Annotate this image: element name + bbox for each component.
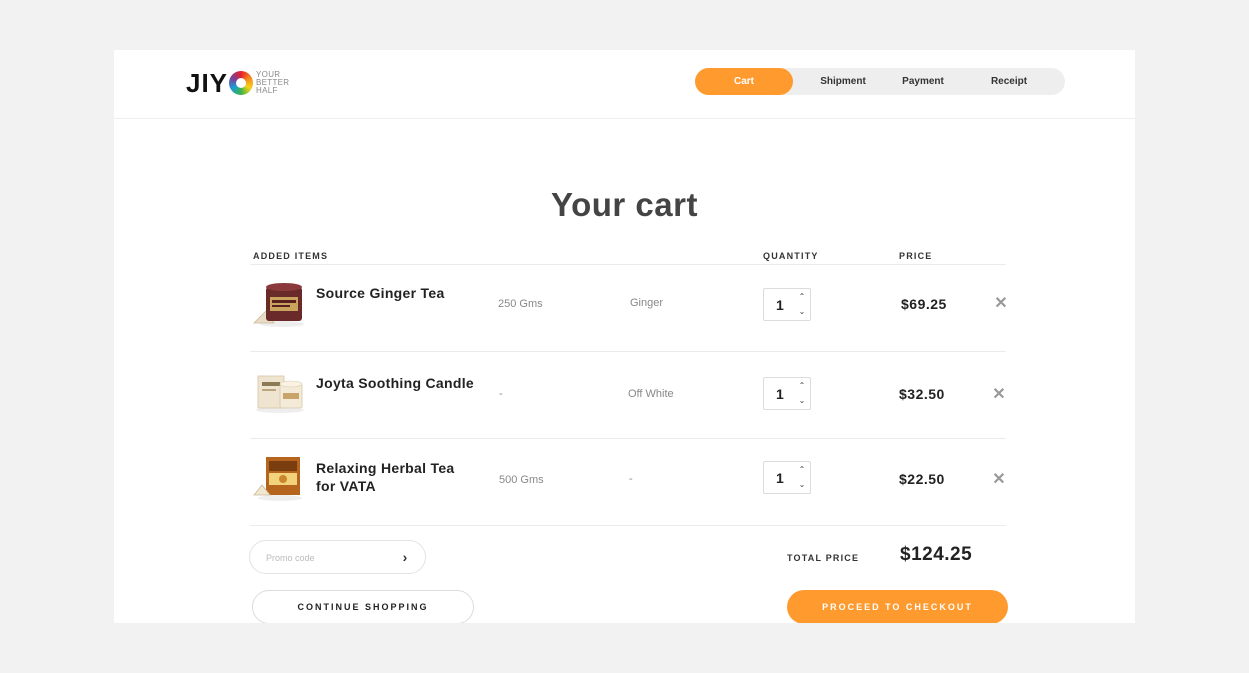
promo-code-field[interactable]: › (249, 540, 426, 574)
product-variant: Off White (628, 388, 674, 400)
chevron-up-icon[interactable]: ⌃ (797, 380, 807, 392)
product-price: $69.25 (901, 296, 947, 312)
continue-shopping-button[interactable]: CONTINUE SHOPPING (252, 590, 474, 623)
product-size: 500 Gms (499, 474, 544, 486)
cart-row: Source Ginger Tea 250 Gms Ginger 1 ⌃ ⌄ $… (250, 265, 1008, 351)
total-price-value: $124.25 (900, 544, 973, 565)
divider (250, 525, 1006, 526)
step-shipment[interactable]: Shipment (803, 68, 883, 95)
cart-row: Joyta Soothing Candle - Off White 1 ⌃ ⌄ … (250, 352, 1006, 438)
promo-code-input[interactable] (266, 550, 386, 566)
close-icon[interactable]: ✕ (992, 472, 1006, 488)
product-name[interactable]: Joyta Soothing Candle (316, 374, 476, 392)
step-cart[interactable]: Cart (695, 68, 793, 95)
logo-tagline: YOUR BETTER HALF (256, 71, 289, 95)
logo-ring-icon (229, 71, 254, 95)
logo-text: JIY (186, 68, 229, 98)
page-title: Your cart (551, 186, 698, 223)
product-variant: - (629, 473, 633, 485)
checkout-steps: Cart Shipment Payment Receipt (695, 68, 1065, 95)
close-icon[interactable]: ✕ (992, 387, 1006, 403)
logo[interactable]: JIY YOUR BETTER HALF (186, 68, 289, 98)
quantity-value[interactable]: 1 (776, 297, 784, 313)
column-header-price: PRICE (899, 251, 933, 261)
candle-icon (256, 375, 304, 413)
header: JIY YOUR BETTER HALF Cart Shipment Payme… (114, 50, 1135, 119)
product-size: - (499, 388, 503, 400)
quantity-value[interactable]: 1 (776, 470, 784, 486)
quantity-stepper[interactable]: 1 ⌃ ⌄ (763, 377, 811, 410)
quantity-stepper[interactable]: 1 ⌃ ⌄ (763, 288, 811, 321)
ginger-tea-tin-icon (253, 283, 304, 327)
product-variant: Ginger (630, 297, 664, 309)
proceed-to-checkout-button[interactable]: PROCEED TO CHECKOUT (787, 590, 1008, 623)
column-header-items: ADDED ITEMS (253, 251, 329, 261)
step-receipt[interactable]: Receipt (969, 68, 1049, 95)
cart-row: Relaxing Herbal Tea for VATA 500 Gms - 1… (250, 439, 1006, 525)
close-icon[interactable]: ✕ (994, 296, 1008, 312)
step-payment[interactable]: Payment (883, 68, 963, 95)
product-name[interactable]: Source Ginger Tea (316, 284, 476, 302)
product-size: 250 Gms (498, 298, 543, 310)
chevron-up-icon[interactable]: ⌃ (797, 464, 807, 476)
chevron-down-icon[interactable]: ⌄ (797, 479, 807, 491)
logo-tagline-line: HALF (256, 86, 278, 95)
chevron-down-icon[interactable]: ⌄ (797, 395, 807, 407)
cart-card: JIY YOUR BETTER HALF Cart Shipment Payme… (114, 50, 1135, 623)
column-header-quantity: QUANTITY (763, 251, 819, 261)
chevron-right-icon[interactable]: › (397, 549, 413, 565)
quantity-stepper[interactable]: 1 ⌃ ⌄ (763, 461, 811, 494)
total-price-label: TOTAL PRICE (787, 553, 860, 563)
product-price: $22.50 (899, 471, 945, 487)
product-price: $32.50 (899, 386, 945, 402)
chevron-down-icon[interactable]: ⌄ (797, 306, 807, 318)
herbal-tea-box-icon (253, 457, 302, 501)
product-name[interactable]: Relaxing Herbal Tea for VATA (316, 459, 476, 495)
quantity-value[interactable]: 1 (776, 386, 784, 402)
chevron-up-icon[interactable]: ⌃ (797, 291, 807, 303)
